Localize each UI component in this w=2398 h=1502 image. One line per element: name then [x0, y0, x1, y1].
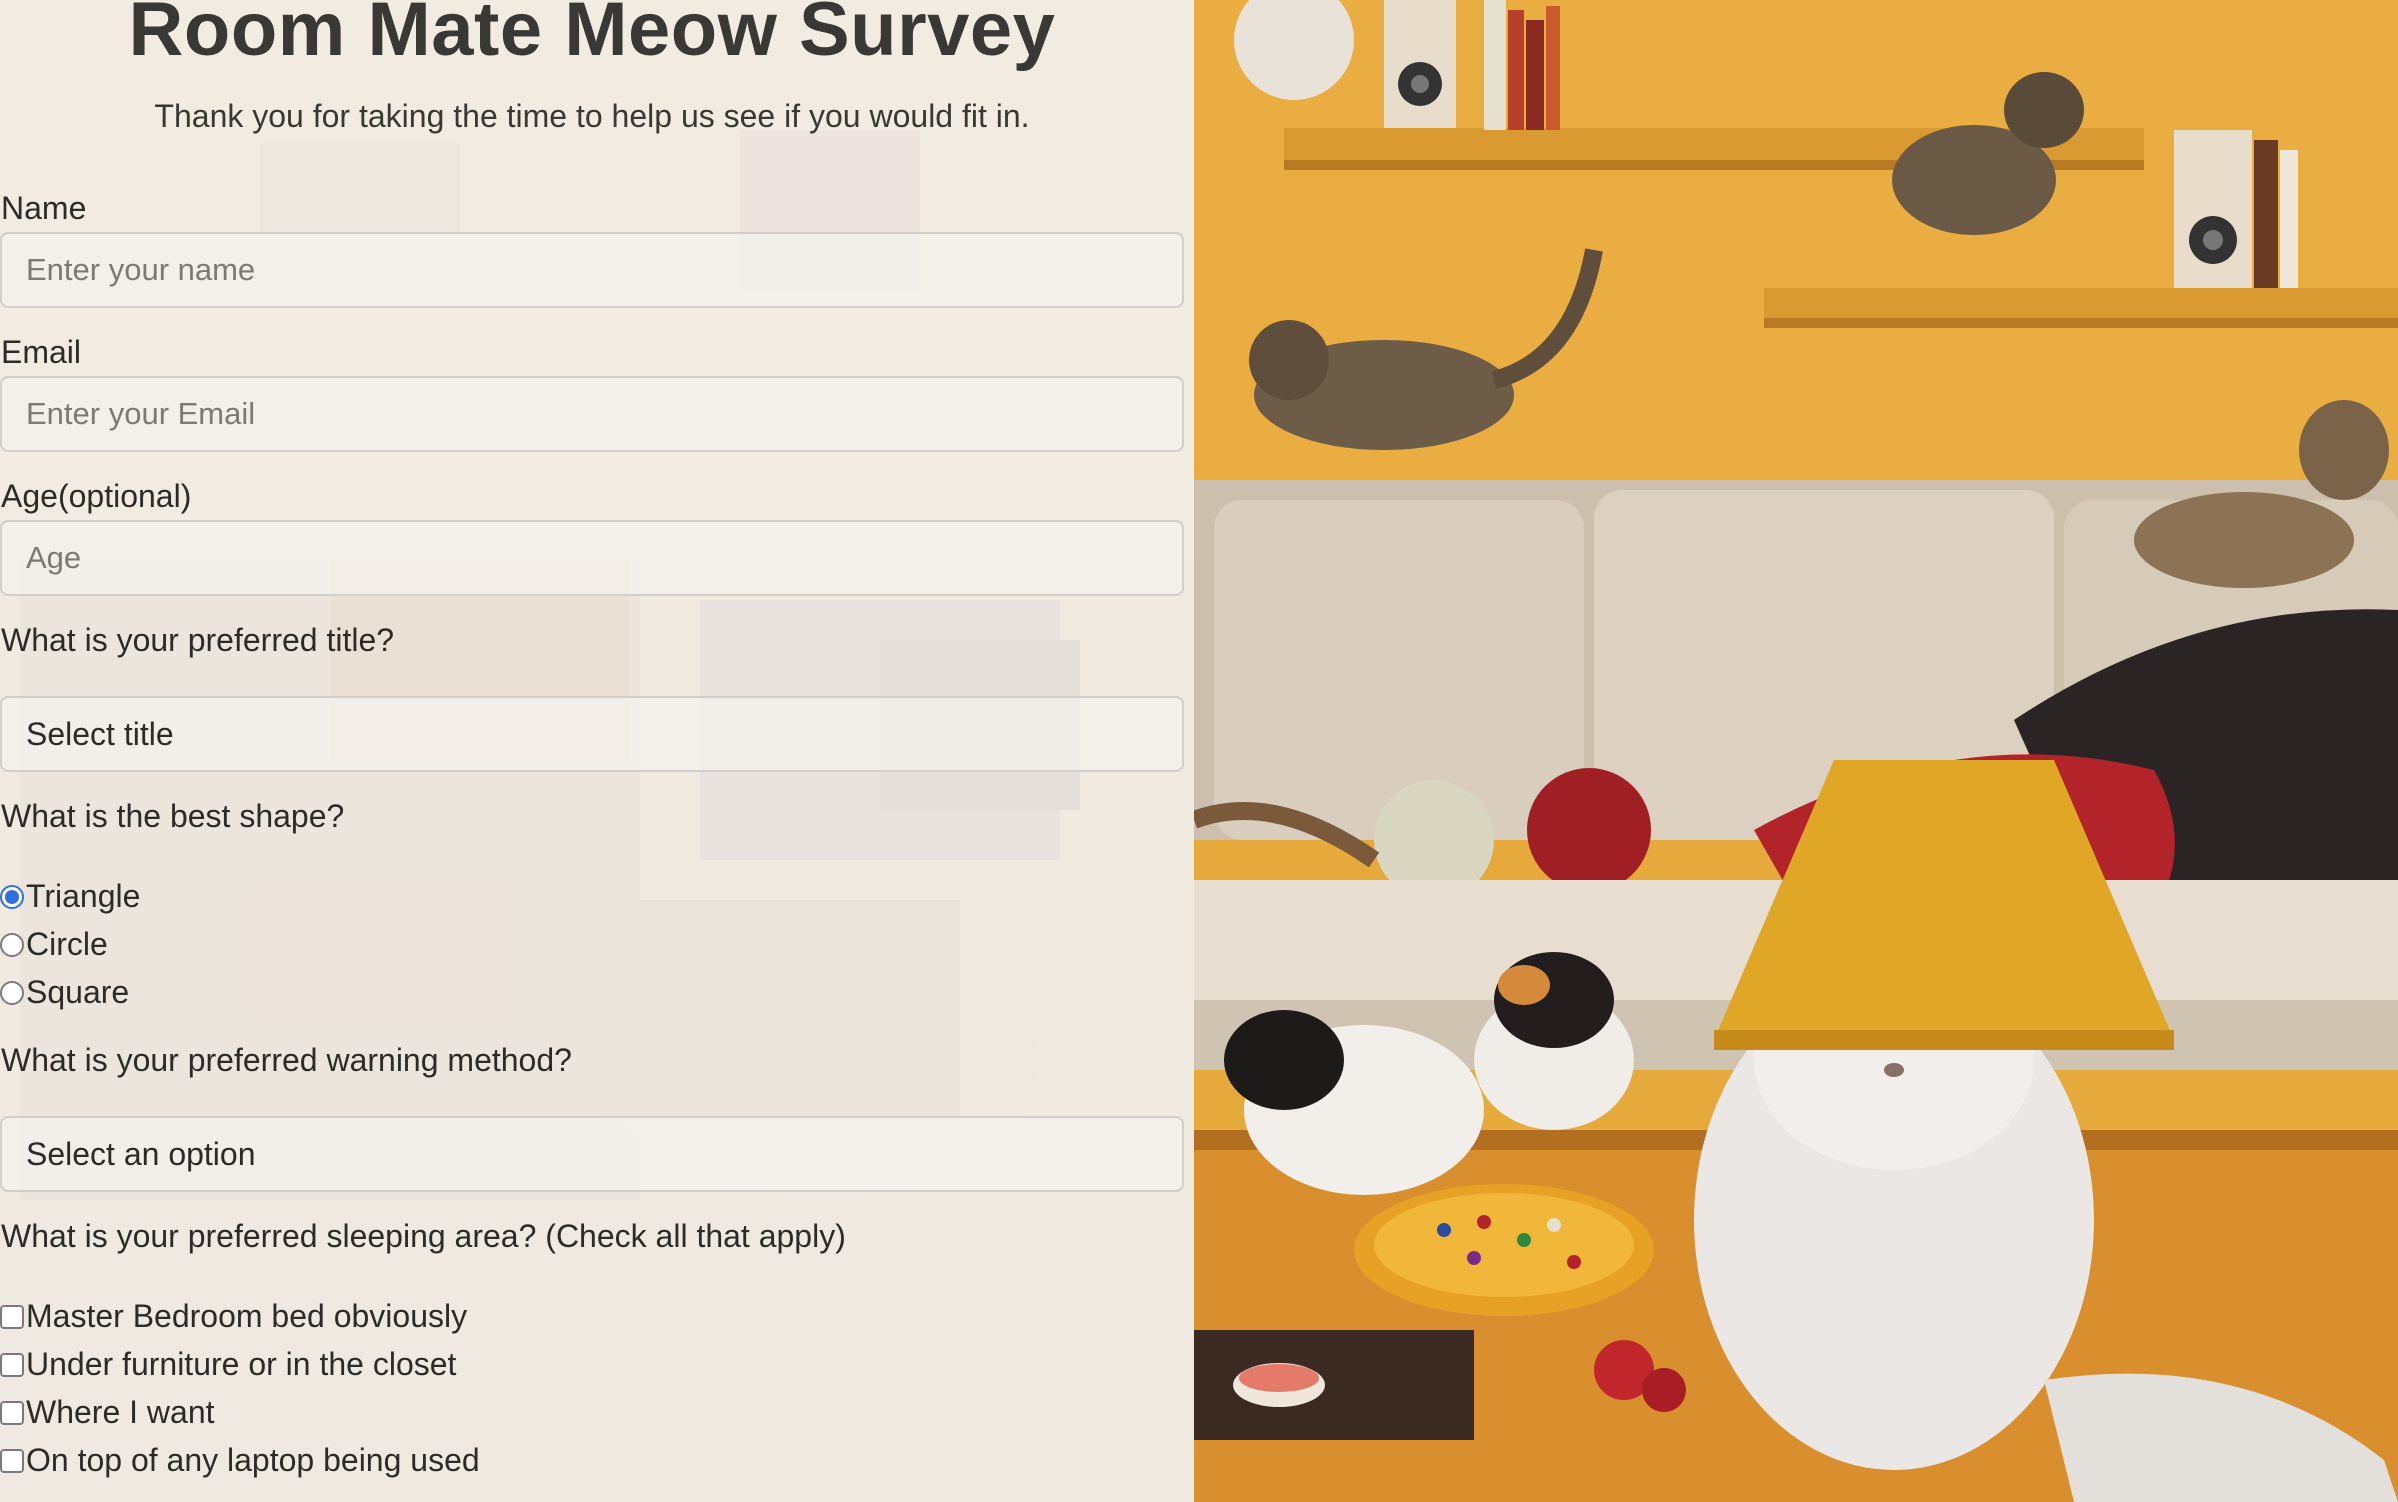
sleeping-option-where-i-want[interactable]: Where I want	[0, 1394, 215, 1431]
cats-photo	[1194, 0, 2398, 1502]
radio-button[interactable]	[0, 932, 24, 957]
page-title: Room Mate Meow Survey	[128, 0, 1056, 72]
age-label: Age(optional)	[1, 478, 192, 514]
email-label: Email	[1, 334, 82, 370]
form-panel: Room Mate Meow Survey Thank you for taki…	[0, 0, 1194, 1502]
cats-living-room-image	[1194, 0, 2398, 1502]
checkbox[interactable]	[0, 1304, 24, 1329]
shape-option-label: Circle	[26, 926, 108, 962]
shape-option-circle[interactable]: Circle	[0, 926, 108, 963]
name-label: Name	[1, 190, 87, 226]
shape-option-triangle[interactable]: Triangle	[0, 878, 140, 915]
warning-question-label: What is your preferred warning method?	[1, 1042, 572, 1078]
warning-select[interactable]: Select an option	[0, 1116, 1184, 1192]
radio-button[interactable]	[0, 980, 24, 1005]
checkbox[interactable]	[0, 1352, 24, 1377]
shape-option-label: Triangle	[26, 878, 141, 914]
sleeping-option-label: Where I want	[26, 1394, 215, 1430]
shape-option-square[interactable]: Square	[0, 974, 129, 1011]
sleeping-option-under-furniture[interactable]: Under furniture or in the closet	[0, 1346, 456, 1383]
survey-form: Room Mate Meow Survey Thank you for taki…	[0, 0, 1194, 1502]
sleeping-option-label: On top of any laptop being used	[26, 1442, 480, 1478]
age-input[interactable]	[0, 520, 1184, 596]
sleeping-option-laptop[interactable]: On top of any laptop being used	[0, 1442, 480, 1479]
checkbox[interactable]	[0, 1448, 24, 1473]
name-input[interactable]	[0, 232, 1184, 308]
title-question-label: What is your preferred title?	[1, 622, 395, 658]
sleeping-option-master-bedroom[interactable]: Master Bedroom bed obviously	[0, 1298, 467, 1335]
title-select-value: Select title	[26, 715, 174, 752]
checkbox[interactable]	[0, 1400, 24, 1425]
warning-select-value: Select an option	[26, 1135, 256, 1172]
shape-option-label: Square	[26, 974, 130, 1010]
shape-question-label: What is the best shape?	[1, 798, 345, 834]
page-subtitle: Thank you for taking the time to help us…	[154, 98, 1030, 134]
sleeping-option-label: Under furniture or in the closet	[26, 1346, 457, 1382]
email-input[interactable]	[0, 376, 1184, 452]
sleeping-option-label: Master Bedroom bed obviously	[26, 1298, 468, 1334]
radio-button-checked[interactable]	[0, 884, 24, 909]
sleeping-question-label: What is your preferred sleeping area? (C…	[1, 1218, 846, 1254]
title-select[interactable]: Select title	[0, 696, 1184, 772]
